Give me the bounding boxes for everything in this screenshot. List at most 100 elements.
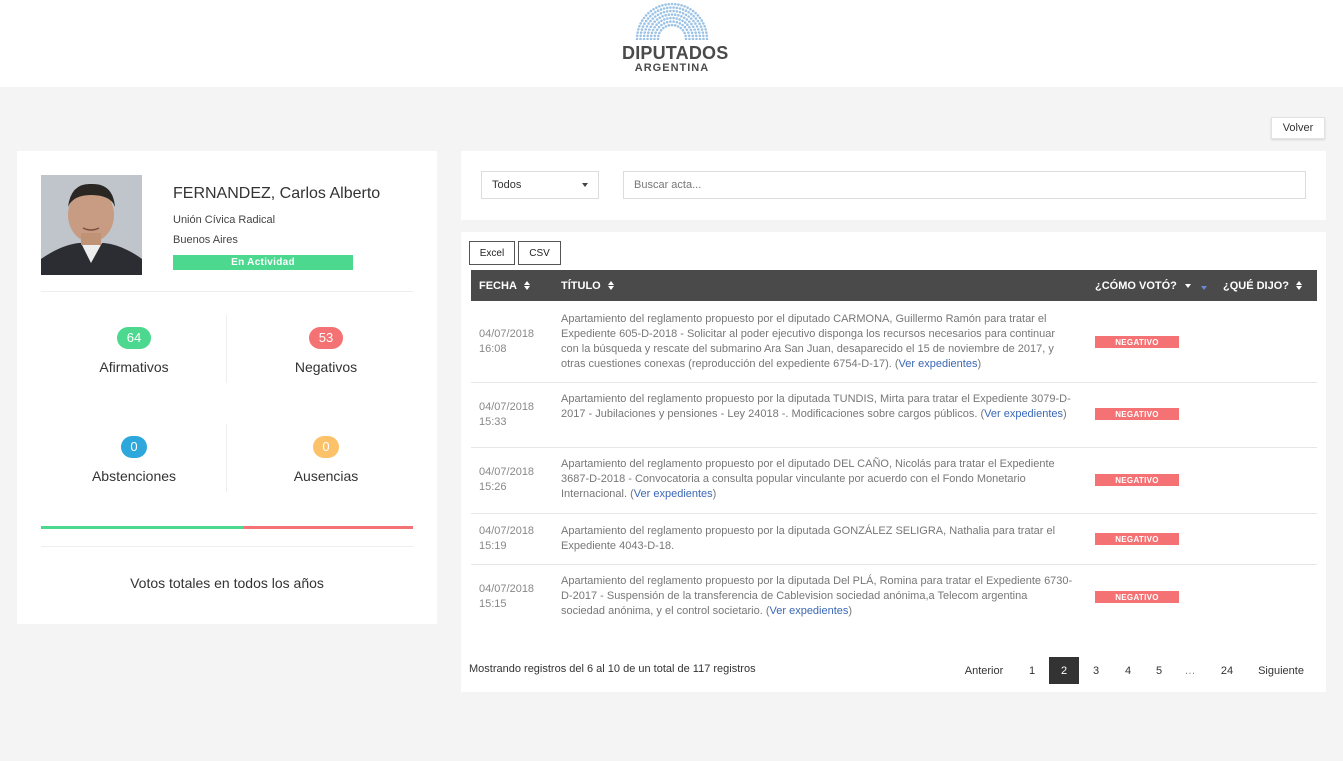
hemicycle-seat (705, 31, 708, 34)
hemicycle-seat (662, 10, 666, 14)
hemicycle-seat (702, 37, 705, 40)
hemicycle-seat (666, 17, 669, 20)
hemicycle-seat (685, 28, 689, 32)
hemicycle-seat (665, 6, 669, 10)
pagination-next[interactable]: Siguiente (1251, 657, 1311, 684)
hemicycle-seat (657, 21, 661, 24)
hemicycle-seat (643, 22, 646, 26)
hemicycle-seat (694, 31, 697, 34)
hemicycle-seat (680, 4, 683, 7)
negativos-count: 53 (309, 327, 343, 349)
hemicycle-seat (649, 14, 652, 18)
stat-ausencias: 0 Ausencias (233, 436, 419, 484)
hemicycle-seat (696, 14, 700, 17)
hemicycle-seat (654, 31, 657, 34)
hemicycle-seat (657, 25, 661, 29)
pagination-previous[interactable]: Anterior (955, 657, 1013, 684)
hemicycle-icon (635, 2, 709, 40)
logo-subtitle: ARGENTINA (634, 62, 710, 74)
hemicycle-seat (664, 14, 667, 17)
export-excel-button[interactable]: Excel (469, 241, 515, 265)
column-como-voto[interactable]: ¿CÓMO VOTÓ? (1095, 270, 1207, 301)
hemicycle-seat (647, 11, 650, 15)
hemicycle-seat (683, 25, 687, 29)
back-button[interactable]: Volver (1271, 117, 1325, 139)
hemicycle-seat (689, 17, 693, 20)
hemicycle-seat (678, 22, 682, 25)
column-titulo[interactable]: TÍTULO (561, 270, 614, 301)
ver-expedientes-link[interactable]: Ver expedientes (770, 605, 849, 617)
search-input[interactable] (623, 171, 1306, 199)
hemicycle-seat (672, 20, 675, 23)
ver-expedientes-link[interactable]: Ver expedientes (899, 358, 978, 370)
hemicycle-seat (699, 25, 703, 28)
sort-icon (1296, 281, 1303, 290)
vote-type-select[interactable]: Todos (481, 171, 599, 199)
deputy-party: Unión Cívica Radical (173, 214, 276, 226)
pagination-page[interactable]: 4 (1113, 657, 1143, 684)
hemicycle-seat (694, 34, 698, 38)
hemicycle-seat (655, 6, 658, 9)
column-fecha[interactable]: FECHA (479, 270, 530, 301)
column-que-dijo[interactable]: ¿QUÉ DIJO? (1223, 270, 1303, 301)
hemicycle-seat (697, 28, 700, 31)
hemicycle-seat (662, 22, 666, 25)
hemicycle-seat (656, 37, 660, 40)
sort-icon (607, 281, 614, 290)
row-title: Apartamiento del reglamento propuesto po… (561, 524, 1073, 554)
pagination-page[interactable]: 5 (1144, 657, 1174, 684)
hemicycle-seat (653, 34, 657, 38)
hemicycle-seat (687, 34, 691, 38)
hemicycle-seat (700, 19, 704, 22)
date-text: 04/07/2018 (479, 328, 535, 340)
abstenciones-count: 0 (121, 436, 147, 458)
vote-badge: NEGATIVO (1095, 533, 1179, 545)
table-header: FECHA TÍTULO ¿CÓMO VOTÓ? ¿QUÉ DIJO? (471, 270, 1317, 301)
diputados-logo[interactable]: DIPUTADOS ARGENTINA (622, 2, 728, 82)
hemicycle-seat (655, 23, 658, 27)
hemicycle-seat (652, 7, 655, 11)
hemicycle-seat (670, 13, 674, 16)
time-text: 15:15 (479, 598, 507, 610)
ver-expedientes-link[interactable]: Ver expedientes (984, 408, 1063, 420)
hemicycle-seat (683, 21, 687, 24)
hemicycle-seat (649, 37, 653, 40)
divider (226, 424, 227, 492)
sort-desc-icon (1184, 283, 1191, 288)
ver-expedientes-link[interactable]: Ver expedientes (634, 488, 713, 500)
filter-dropdown-icon[interactable] (1200, 286, 1207, 290)
hemicycle-seat (641, 25, 645, 28)
hemicycle-seat (649, 9, 653, 13)
pagination-page-current[interactable]: 2 (1049, 657, 1079, 684)
hemicycle-seat (684, 13, 688, 17)
hemicycle-seat (698, 16, 702, 20)
hemicycle-seat (642, 34, 646, 38)
hemicycle-seat (672, 9, 675, 13)
hemicycle-seat (667, 2, 671, 6)
vote-badge: NEGATIVO (1095, 591, 1179, 603)
hemicycle-seat (642, 37, 646, 40)
hemicycle-seat (637, 28, 640, 31)
pagination-page[interactable]: 3 (1081, 657, 1111, 684)
hemicycle-seat (664, 25, 668, 28)
hemicycle-seat (700, 28, 704, 31)
column-titulo-label: TÍTULO (561, 279, 601, 292)
hemicycle-seat (646, 17, 650, 20)
totals-label: Votos totales en todos los años (130, 575, 324, 591)
pagination-page[interactable]: 1 (1017, 657, 1047, 684)
pagination-ellipsis: … (1184, 664, 1196, 677)
export-csv-button[interactable]: CSV (518, 241, 561, 265)
hemicycle-seat (701, 31, 705, 34)
hemicycle-seat (678, 18, 681, 21)
vote-share-bar (41, 526, 413, 529)
hemicycle-seat (661, 4, 664, 7)
vote-share-negativos (244, 526, 413, 529)
hemicycle-seat (681, 23, 684, 27)
time-text: 15:33 (479, 416, 507, 428)
hemicycle-seat (680, 15, 683, 18)
row-date: 04/07/2018 16:08 (479, 327, 534, 357)
hemicycle-seat (691, 37, 695, 40)
hemicycle-seat (681, 19, 684, 23)
pagination-page[interactable]: 24 (1211, 657, 1243, 684)
hemicycle-seat (667, 13, 671, 17)
